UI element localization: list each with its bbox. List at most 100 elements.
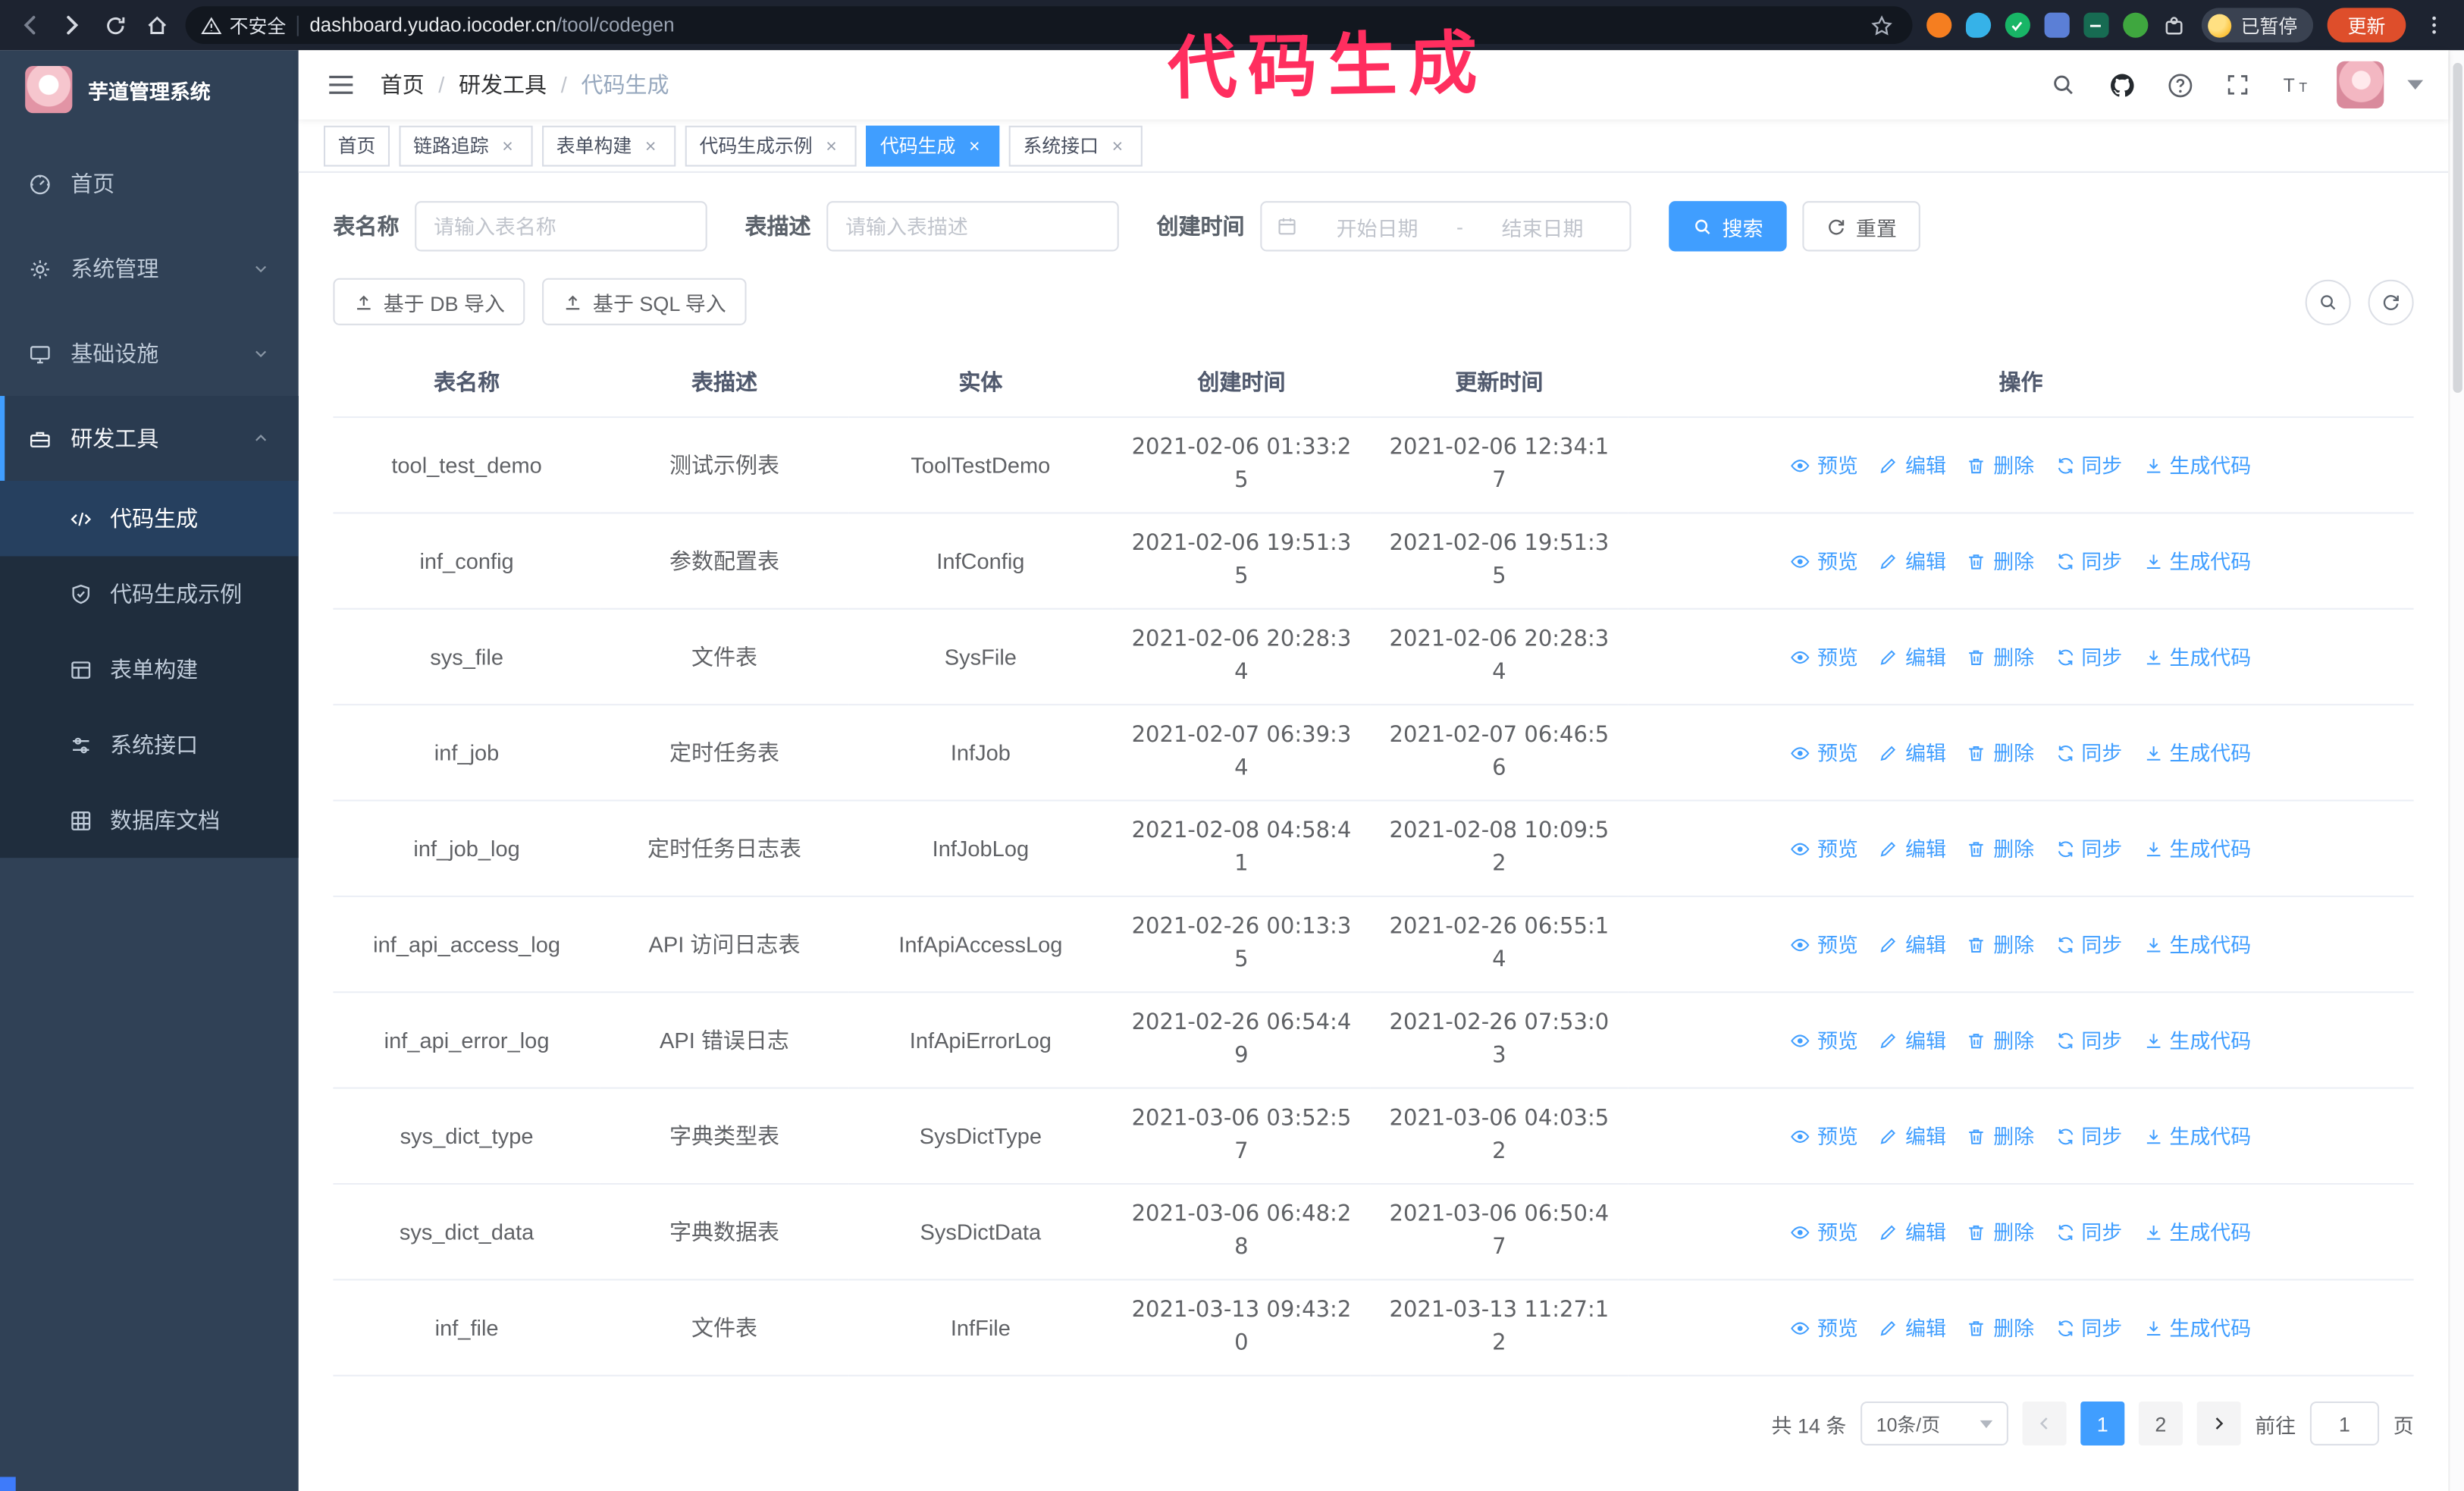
sync-link[interactable]: 同步 <box>2055 832 2122 865</box>
sidebar-item-codegen[interactable]: 代码生成 <box>0 480 299 557</box>
tag-close-icon[interactable] <box>1106 134 1128 156</box>
tag[interactable]: 表单构建 <box>542 124 676 166</box>
sidebar-item-devtools[interactable]: 研发工具 <box>0 396 299 481</box>
import-sql-button[interactable]: 基于 SQL 导入 <box>542 278 747 325</box>
tag[interactable]: 系统接口 <box>1008 124 1143 166</box>
delete-link[interactable]: 删除 <box>1967 640 2034 673</box>
sync-link[interactable]: 同步 <box>2055 928 2122 961</box>
generate-code-link[interactable]: 生成代码 <box>2143 448 2251 482</box>
generate-code-link[interactable]: 生成代码 <box>2143 640 2251 673</box>
extension-icon-green-check[interactable] <box>2005 12 2030 38</box>
sidebar-item-form-builder[interactable]: 表单构建 <box>0 632 299 707</box>
sync-link[interactable]: 同步 <box>2055 1024 2122 1057</box>
sidebar-item-system[interactable]: 系统管理 <box>0 226 299 311</box>
delete-link[interactable]: 删除 <box>1967 1024 2034 1057</box>
goto-page-input[interactable] <box>2309 1401 2380 1445</box>
page-size-select[interactable]: 10条/页 <box>1861 1401 2008 1445</box>
preview-link[interactable]: 预览 <box>1791 928 1858 961</box>
refresh-table-button[interactable] <box>2368 278 2414 325</box>
delete-link[interactable]: 删除 <box>1967 1311 2034 1345</box>
extension-icon-people[interactable] <box>2044 12 2070 38</box>
home-icon[interactable] <box>143 11 171 39</box>
sidebar-toggle-icon[interactable] <box>324 67 359 102</box>
generate-code-link[interactable]: 生成代码 <box>2143 1024 2251 1057</box>
sidebar-item-system-api[interactable]: 系统接口 <box>0 707 299 782</box>
sync-link[interactable]: 同步 <box>2055 545 2122 578</box>
sidebar-item-home[interactable]: 首页 <box>0 141 299 226</box>
table-desc-input[interactable] <box>826 201 1119 252</box>
scrollbar[interactable] <box>2448 50 2464 1491</box>
search-icon[interactable] <box>2046 67 2081 102</box>
app-logo[interactable]: 芋道管理系统 <box>0 50 299 129</box>
user-menu-caret-icon[interactable] <box>2407 80 2424 90</box>
toggle-search-button[interactable] <box>2305 278 2351 325</box>
extension-icon-dark-green[interactable] <box>2083 12 2109 38</box>
font-size-icon[interactable]: TT <box>2278 67 2313 102</box>
bookmark-star-icon[interactable] <box>1868 11 1896 39</box>
generate-code-link[interactable]: 生成代码 <box>2143 545 2251 578</box>
generate-code-link[interactable]: 生成代码 <box>2143 736 2251 770</box>
back-icon[interactable] <box>16 11 44 39</box>
sync-link[interactable]: 同步 <box>2055 736 2122 770</box>
extension-icon-orange[interactable] <box>1926 12 1952 38</box>
preview-link[interactable]: 预览 <box>1791 736 1858 770</box>
extension-icon-leaf[interactable] <box>2123 12 2149 38</box>
sync-link[interactable]: 同步 <box>2055 1119 2122 1153</box>
create-time-range-picker[interactable]: 开始日期 - 结束日期 <box>1260 201 1632 252</box>
edit-link[interactable]: 编辑 <box>1879 1119 1946 1153</box>
edit-link[interactable]: 编辑 <box>1879 448 1946 482</box>
generate-code-link[interactable]: 生成代码 <box>2143 832 2251 865</box>
delete-link[interactable]: 删除 <box>1967 545 2034 578</box>
breadcrumb-home[interactable]: 首页 <box>381 69 425 100</box>
delete-link[interactable]: 删除 <box>1967 928 2034 961</box>
edit-link[interactable]: 编辑 <box>1879 1024 1946 1057</box>
reload-icon[interactable] <box>101 11 129 39</box>
prev-page-button[interactable] <box>2022 1401 2067 1445</box>
help-icon[interactable] <box>2162 67 2197 102</box>
tag[interactable]: 代码生成示例 <box>685 124 857 166</box>
tag[interactable]: 首页 <box>323 124 390 166</box>
sync-link[interactable]: 同步 <box>2055 1215 2122 1248</box>
profile-chip[interactable]: 已暂停 <box>2201 8 2313 42</box>
tag[interactable]: 链路追踪 <box>399 124 533 166</box>
page-2-button[interactable]: 2 <box>2138 1401 2183 1445</box>
tag-close-icon[interactable] <box>497 134 519 156</box>
delete-link[interactable]: 删除 <box>1967 448 2034 482</box>
tag[interactable]: 代码生成 <box>866 124 1000 166</box>
page-1-button[interactable]: 1 <box>2080 1401 2125 1445</box>
sync-link[interactable]: 同步 <box>2055 448 2122 482</box>
edit-link[interactable]: 编辑 <box>1879 736 1946 770</box>
sidebar-item-db-doc[interactable]: 数据库文档 <box>0 783 299 858</box>
menu-kebab-icon[interactable] <box>2420 11 2448 39</box>
preview-link[interactable]: 预览 <box>1791 1311 1858 1345</box>
tag-close-icon[interactable] <box>640 134 662 156</box>
sidebar-item-infra[interactable]: 基础设施 <box>0 311 299 396</box>
user-avatar[interactable] <box>2337 61 2384 108</box>
tag-close-icon[interactable] <box>820 134 842 156</box>
delete-link[interactable]: 删除 <box>1967 832 2034 865</box>
generate-code-link[interactable]: 生成代码 <box>2143 1311 2251 1345</box>
generate-code-link[interactable]: 生成代码 <box>2143 1215 2251 1248</box>
github-icon[interactable] <box>2104 67 2139 102</box>
preview-link[interactable]: 预览 <box>1791 1215 1858 1248</box>
sync-link[interactable]: 同步 <box>2055 640 2122 673</box>
forward-icon[interactable] <box>58 11 86 39</box>
search-button[interactable]: 搜索 <box>1669 201 1787 252</box>
delete-link[interactable]: 删除 <box>1967 736 2034 770</box>
preview-link[interactable]: 预览 <box>1791 640 1858 673</box>
edit-link[interactable]: 编辑 <box>1879 928 1946 961</box>
import-db-button[interactable]: 基于 DB 导入 <box>333 278 525 325</box>
sync-link[interactable]: 同步 <box>2055 1311 2122 1345</box>
edit-link[interactable]: 编辑 <box>1879 545 1946 578</box>
preview-link[interactable]: 预览 <box>1791 1024 1858 1057</box>
edit-link[interactable]: 编辑 <box>1879 640 1946 673</box>
sidebar-item-codegen-example[interactable]: 代码生成示例 <box>0 556 299 631</box>
security-badge[interactable]: 不安全 <box>201 12 286 39</box>
preview-link[interactable]: 预览 <box>1791 448 1858 482</box>
preview-link[interactable]: 预览 <box>1791 832 1858 865</box>
reset-button[interactable]: 重置 <box>1802 201 1920 252</box>
table-name-input[interactable] <box>415 201 707 252</box>
preview-link[interactable]: 预览 <box>1791 1119 1858 1153</box>
fullscreen-icon[interactable] <box>2221 67 2256 102</box>
edit-link[interactable]: 编辑 <box>1879 832 1946 865</box>
